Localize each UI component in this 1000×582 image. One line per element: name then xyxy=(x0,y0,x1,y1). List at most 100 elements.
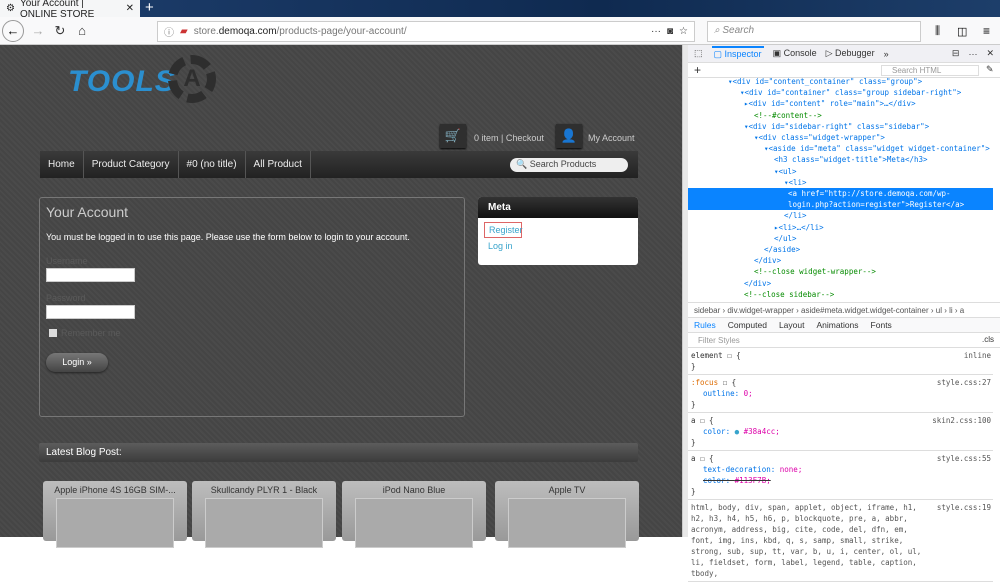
html-tree-node[interactable]: <!--close sidebar--> xyxy=(744,289,834,300)
rule-source-link[interactable]: skin2.css:100 xyxy=(932,415,991,426)
css-rule[interactable]: html, body, div, span, applet, object, i… xyxy=(688,500,993,582)
tab-computed[interactable]: Computed xyxy=(728,320,767,330)
html-tree-node[interactable]: </div> xyxy=(744,278,771,289)
tab-layout[interactable]: Layout xyxy=(779,320,805,330)
user-icon[interactable]: 👤 xyxy=(556,124,582,148)
filter-styles-input[interactable]: Filter Styles .cls xyxy=(688,333,1000,348)
more-tabs-icon[interactable]: » xyxy=(884,49,889,59)
product-image[interactable] xyxy=(205,498,323,548)
rule-source-link[interactable]: style.css:27 xyxy=(937,377,991,388)
product-card[interactable]: iPod Nano Blue xyxy=(342,481,486,548)
html-tree-node[interactable]: </ul> xyxy=(774,233,797,244)
product-search-input[interactable]: 🔍 Search Products xyxy=(510,158,628,172)
css-rule[interactable]: a ☐ {skin2.css:100 color: ● #38a4cc;} xyxy=(688,413,993,451)
html-tree-node[interactable]: ▾<div id="sidebar-right" class="sidebar"… xyxy=(744,121,929,132)
product-title[interactable]: Skullcandy PLYR 1 - Black xyxy=(192,485,336,495)
back-button[interactable]: ← xyxy=(2,20,24,42)
css-rule[interactable]: a ☐ {style.css:55 text-decoration: none; c… xyxy=(688,451,993,500)
html-tree-node[interactable]: ▾<div id="content_container" class="grou… xyxy=(728,78,922,87)
css-declaration[interactable]: color: ● #38a4cc; xyxy=(691,426,990,437)
search-html-input[interactable]: Search HTML xyxy=(881,65,979,76)
remember-checkbox[interactable] xyxy=(49,329,57,337)
html-tree-node[interactable]: ▾<li> xyxy=(784,177,807,188)
tab-rules[interactable]: Rules xyxy=(694,320,716,330)
new-tab-button[interactable]: + xyxy=(145,0,154,16)
html-tree-node[interactable]: ▸<div id="content" role="main">…</div> xyxy=(744,98,916,109)
url-bar[interactable]: ⓘ ▰ store.demoqa.com/products-page/your-… xyxy=(157,21,695,42)
dock-icon[interactable]: ⊟ xyxy=(952,48,960,59)
html-tree-node[interactable]: <a href="http://store.demoqa.com/wp- xyxy=(688,188,993,199)
tab-console[interactable]: ▣ Console xyxy=(773,48,817,59)
cls-toggle[interactable]: .cls xyxy=(982,335,994,344)
site-logo[interactable]: TOOLS xyxy=(68,65,176,99)
sidebar-icon[interactable]: ◫ xyxy=(957,25,967,38)
rule-source-link[interactable]: style.css:55 xyxy=(937,453,991,464)
product-title[interactable]: Apple iPhone 4S 16GB SIM-... xyxy=(43,485,187,495)
html-tree-node[interactable]: <!--close widget-wrapper--> xyxy=(754,266,876,277)
html-tree-node[interactable]: ▾<div id="container" class="group sideba… xyxy=(740,87,961,98)
bookmark-star-icon[interactable]: ☆ xyxy=(679,26,688,37)
tab-animations[interactable]: Animations xyxy=(816,320,858,330)
rule-source-link[interactable]: style.css:19 xyxy=(937,502,991,513)
username-field[interactable] xyxy=(46,268,135,282)
css-declaration[interactable]: color: #113F7B; xyxy=(691,475,990,486)
search-input[interactable]: ⌕ Search xyxy=(707,21,921,42)
menu-no-title[interactable]: #0 (no title) xyxy=(179,151,246,178)
product-title[interactable]: Apple TV xyxy=(495,485,639,495)
product-image[interactable] xyxy=(508,498,626,548)
register-link[interactable]: Register xyxy=(484,222,523,238)
css-rule[interactable]: element ☐ {inline} xyxy=(688,348,993,375)
tab-inspector[interactable]: ▢ Inspector xyxy=(711,46,764,61)
menu-all-product[interactable]: All Product xyxy=(246,151,311,178)
css-declaration[interactable]: text-decoration: none; xyxy=(691,464,990,475)
cart-icon[interactable]: 🛒 xyxy=(440,124,466,148)
element-picker-icon[interactable]: ⬚ xyxy=(694,48,703,59)
login-link[interactable]: Log in xyxy=(488,241,638,251)
css-declaration[interactable]: outline: 0; xyxy=(691,388,990,399)
password-field[interactable] xyxy=(46,305,135,319)
html-tree-node[interactable]: login.php?action=register">Register</a> xyxy=(688,199,993,211)
forward-button[interactable]: → xyxy=(27,23,49,38)
html-tree-node[interactable]: <h3 class="widget-title">Meta</h3> xyxy=(774,154,928,165)
options-icon[interactable]: ··· xyxy=(968,49,977,59)
product-image[interactable] xyxy=(56,498,174,548)
breadcrumb[interactable]: sidebar › div.widget-wrapper › aside#met… xyxy=(688,302,1000,318)
product-image[interactable] xyxy=(355,498,473,548)
home-button[interactable]: ⌂ xyxy=(71,23,93,38)
tab-fonts[interactable]: Fonts xyxy=(871,320,892,330)
html-tree-node[interactable]: <!--#content--> xyxy=(754,110,822,121)
devtools-panel: ⬚ ▢ Inspector ▣ Console ▷ Debugger » ⊟ ·… xyxy=(688,45,1000,582)
reload-button[interactable]: ↻ xyxy=(49,23,71,39)
product-title[interactable]: iPod Nano Blue xyxy=(342,485,486,495)
add-node-icon[interactable]: + xyxy=(694,63,701,77)
tab-debugger[interactable]: ▷ Debugger xyxy=(826,48,875,59)
info-icon[interactable]: ⓘ xyxy=(164,24,174,39)
page-actions-icon[interactable]: ··· xyxy=(651,26,661,37)
close-tab-icon[interactable]: ✕ xyxy=(126,3,134,14)
rule-source-link[interactable]: inline xyxy=(964,350,991,361)
cart-checkout-link[interactable]: 0 item | Checkout xyxy=(474,133,544,143)
pocket-icon[interactable]: ◙ xyxy=(667,26,673,37)
product-card[interactable]: Apple TV xyxy=(495,481,639,548)
menu-home[interactable]: Home xyxy=(40,151,84,178)
product-card[interactable]: Skullcandy PLYR 1 - Black xyxy=(192,481,336,548)
login-button[interactable]: Login » xyxy=(46,353,108,372)
css-rule[interactable]: :focus ☐ {style.css:27 outline: 0;} xyxy=(688,375,993,413)
html-tree-node[interactable]: </div> xyxy=(754,255,781,266)
menu-product-category[interactable]: Product Category xyxy=(84,151,179,178)
html-tree-node[interactable]: </li> xyxy=(784,210,807,221)
my-account-link[interactable]: My Account xyxy=(588,133,635,143)
html-tree-node[interactable]: ▾<div class="widget-wrapper"> xyxy=(754,132,885,143)
menu-icon[interactable]: ≡ xyxy=(983,24,990,38)
eyedropper-icon[interactable]: ✎ xyxy=(986,64,994,75)
html-tree-node[interactable]: </aside> xyxy=(764,244,800,255)
rule-selector: :focus xyxy=(691,378,719,387)
browser-tab[interactable]: ⚙ Your Account | ONLINE STORE ✕ xyxy=(0,0,140,20)
color-swatch-icon[interactable]: ● xyxy=(735,427,744,436)
html-tree-node[interactable]: ▸<li>…</li> xyxy=(774,222,824,233)
html-tree-node[interactable]: ▾<aside id="meta" class="widget widget-c… xyxy=(764,143,990,154)
product-card[interactable]: Apple iPhone 4S 16GB SIM-... xyxy=(43,481,187,548)
html-tree-node[interactable]: ▾<ul> xyxy=(774,166,797,177)
close-devtools-icon[interactable]: ✕ xyxy=(986,48,994,59)
library-icon[interactable]: ⫼ xyxy=(935,25,940,38)
